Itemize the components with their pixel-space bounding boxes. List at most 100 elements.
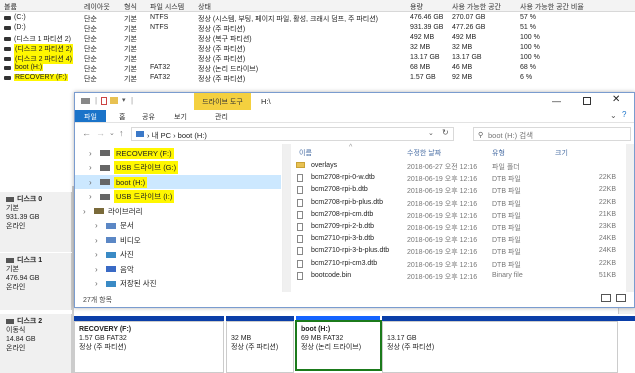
- volume-row[interactable]: RECOVERY (F:) 단순 기본 FAT32 정상 (주 파티션) 1.57 GB 9…: [0, 73, 635, 83]
- file-row[interactable]: bootcode.bin 2018-06-19 오후 12:16 Binary fi…: [291, 271, 626, 282]
- file-row[interactable]: bcm2708-rpi-b-plus.dtb 2018-06-19 오후 12:1…: [291, 198, 626, 209]
- expand-arrow-icon[interactable]: ›: [95, 265, 103, 274]
- disk-size: 931.39 GB: [6, 214, 40, 221]
- volume-row[interactable]: (디스크 2 파티션 2) 단순 기본 정상 (주 파티션) 32 MB 32 MB 100…: [0, 43, 635, 54]
- tab-file[interactable]: 파일: [75, 110, 106, 122]
- expand-arrow-icon[interactable]: ›: [95, 236, 103, 245]
- partition-2[interactable]: 32 MB 정상 (주 파티션): [226, 321, 294, 373]
- file-row[interactable]: bcm2710-rpi-3-b-plus.dtb 2018-06-19 오후 12…: [291, 246, 626, 257]
- col-capacity[interactable]: 용량: [410, 2, 423, 12]
- volume-row[interactable]: (C:) 단순 기본 NTFS 정상 (시스템, 부팅, 페이지 파일, 활성, 크래시…: [0, 13, 635, 23]
- col-type[interactable]: 형식: [124, 2, 137, 12]
- nav-item-label: 문서: [120, 221, 134, 230]
- file-icon: [297, 235, 303, 244]
- partition-title: boot (H:): [301, 326, 331, 333]
- large-icons-view-icon[interactable]: [616, 294, 626, 302]
- file-name: bcm2709-rpi-2-b.dtb: [311, 223, 375, 230]
- nav-item[interactable]: › 사진: [75, 248, 281, 262]
- volume-row[interactable]: (디스크 1 파티션 2) 단순 기본 정상 (복구 파티션) 492 MB 492 MB…: [0, 33, 635, 43]
- partition-boot[interactable]: boot (H:) 69 MB FAT32 정상 (논리 드라이브): [295, 320, 382, 371]
- refresh-icon[interactable]: ↻: [442, 128, 449, 137]
- nav-item[interactable]: › USB 드라이브 (I:): [75, 190, 281, 204]
- back-icon[interactable]: ←: [82, 128, 91, 138]
- col-date[interactable]: 수정한 날짜: [407, 148, 441, 158]
- volume-row[interactable]: boot (H:) 단순 기본 FAT32 정상 (논리 드라이브) 68 MB 46 MB…: [0, 63, 635, 73]
- file-scrollbar[interactable]: [626, 144, 634, 292]
- disk-type: 이동식: [6, 327, 26, 334]
- expand-arrow-icon[interactable]: ›: [95, 250, 103, 259]
- details-view-icon[interactable]: [601, 294, 611, 302]
- title-bar[interactable]: | ▾ | 드라이브 도구 H:\ — ✕: [75, 93, 634, 110]
- file-row[interactable]: bcm2709-rpi-2-b.dtb 2018-06-19 오후 12:16 DT…: [291, 222, 626, 233]
- col-size[interactable]: 크기: [555, 148, 568, 158]
- partition-size: 69 MB FAT32: [301, 335, 344, 342]
- partition-recovery[interactable]: RECOVERY (F:) 1.57 GB FAT32 정상 (주 파티션): [74, 321, 224, 373]
- nav-scrollbar[interactable]: [283, 144, 291, 292]
- col-type[interactable]: 유형: [492, 148, 505, 158]
- file-date: 2018-06-19 오후 12:16: [407, 249, 478, 257]
- nav-item[interactable]: › USB 드라이브 (G:): [75, 161, 281, 175]
- disk-0-info[interactable]: 디스크 0 기본 931.39 GB 온라인: [0, 192, 72, 252]
- col-filesystem[interactable]: 파일 시스템: [150, 2, 184, 12]
- new-folder-icon[interactable]: [110, 97, 118, 104]
- nav-item[interactable]: › 문서: [75, 219, 281, 233]
- file-name: bcm2708-rpi-0-w.dtb: [311, 174, 375, 182]
- expand-arrow-icon[interactable]: ›: [89, 149, 97, 158]
- tab-share[interactable]: 공유: [142, 112, 155, 122]
- col-status[interactable]: 상태: [198, 2, 211, 12]
- nav-item[interactable]: › RECOVERY (F:): [75, 146, 281, 160]
- nav-item[interactable]: › 라이브러리: [75, 204, 281, 218]
- ribbon-expand-icon[interactable]: ⌄: [610, 111, 617, 120]
- address-bar[interactable]: › 내 PC › boot (H:) ⌄ ↻: [131, 127, 454, 141]
- recent-dropdown-icon[interactable]: ⌄: [109, 129, 115, 137]
- expand-arrow-icon[interactable]: ›: [89, 163, 97, 172]
- maximize-button[interactable]: [583, 97, 591, 105]
- file-row[interactable]: bcm2708-rpi-b.dtb 2018-06-19 오후 12:16 DTB …: [291, 185, 626, 196]
- file-row[interactable]: bcm2710-rpi-cm3.dtb 2018-06-19 오후 12:16 DT…: [291, 259, 626, 270]
- search-placeholder[interactable]: boot (H:) 검색: [488, 130, 533, 141]
- col-layout[interactable]: 레이아웃: [84, 2, 110, 12]
- col-free[interactable]: 사용 가능한 공간: [452, 2, 501, 12]
- disk-icon: [6, 197, 14, 202]
- search-box[interactable]: ⚲ boot (H:) 검색: [473, 127, 631, 141]
- nav-item[interactable]: › 음악: [75, 262, 281, 276]
- expand-arrow-icon[interactable]: ›: [89, 192, 97, 201]
- drive-tools-context-tab[interactable]: 드라이브 도구: [194, 93, 251, 110]
- col-volume[interactable]: 볼륨: [4, 2, 17, 12]
- disk-type: 기본: [6, 266, 19, 273]
- expand-arrow-icon[interactable]: ›: [95, 279, 103, 288]
- file-row[interactable]: bcm2708-rpi-cm.dtb 2018-06-19 오후 12:16 DTB…: [291, 210, 626, 221]
- properties-icon[interactable]: [101, 97, 107, 105]
- file-size: 23KB: [598, 223, 616, 230]
- volume-row[interactable]: (D:) 단순 기본 NTFS 정상 (주 파티션) 931.39 GB 477.26 GB…: [0, 23, 635, 33]
- address-dropdown-icon[interactable]: ⌄: [428, 129, 434, 137]
- expand-arrow-icon[interactable]: ›: [89, 178, 97, 187]
- disk-2-info[interactable]: 디스크 2 이동식 14.84 GB 온라인: [0, 314, 72, 373]
- file-row[interactable]: overlays 2018-06-27 오전 12:16 파일 폴더: [291, 161, 626, 172]
- drive-icon: [100, 179, 110, 185]
- help-icon[interactable]: ?: [622, 110, 626, 119]
- expand-arrow-icon[interactable]: ›: [83, 207, 91, 216]
- expand-arrow-icon[interactable]: ›: [95, 221, 103, 230]
- partition-4[interactable]: 13.17 GB 정상 (주 파티션): [382, 321, 618, 373]
- up-icon[interactable]: ↑: [119, 128, 124, 138]
- volume-pct: 100 %: [520, 54, 540, 61]
- col-name[interactable]: 이름: [299, 148, 312, 158]
- tab-view[interactable]: 보기: [174, 112, 187, 122]
- file-row[interactable]: bcm2710-rpi-3-b.dtb 2018-06-19 오후 12:16 DT…: [291, 234, 626, 245]
- close-button[interactable]: ✕: [612, 94, 620, 105]
- forward-icon[interactable]: →: [96, 128, 105, 138]
- tab-home[interactable]: 홈: [119, 112, 125, 122]
- file-row[interactable]: bcm2708-rpi-0-w.dtb 2018-06-19 오후 12:16 DT…: [291, 173, 626, 184]
- folder-icon: [296, 162, 305, 168]
- search-icon: ⚲: [478, 132, 484, 139]
- minimize-button[interactable]: —: [552, 96, 561, 106]
- disk-1-info[interactable]: 디스크 1 기본 476.94 GB 온라인: [0, 253, 72, 310]
- col-free-pct[interactable]: 사용 가능한 공간 비율: [520, 2, 584, 12]
- nav-item[interactable]: › 비디오: [75, 233, 281, 247]
- tab-manage[interactable]: 관리: [215, 112, 228, 122]
- qat-dropdown-icon[interactable]: ▾: [122, 96, 126, 104]
- nav-item[interactable]: › boot (H:): [75, 175, 281, 189]
- nav-item[interactable]: › 저장된 사진: [75, 277, 281, 291]
- volume-row[interactable]: (디스크 2 파티션 4) 단순 기본 정상 (주 파티션) 13.17 GB 13.17…: [0, 53, 635, 64]
